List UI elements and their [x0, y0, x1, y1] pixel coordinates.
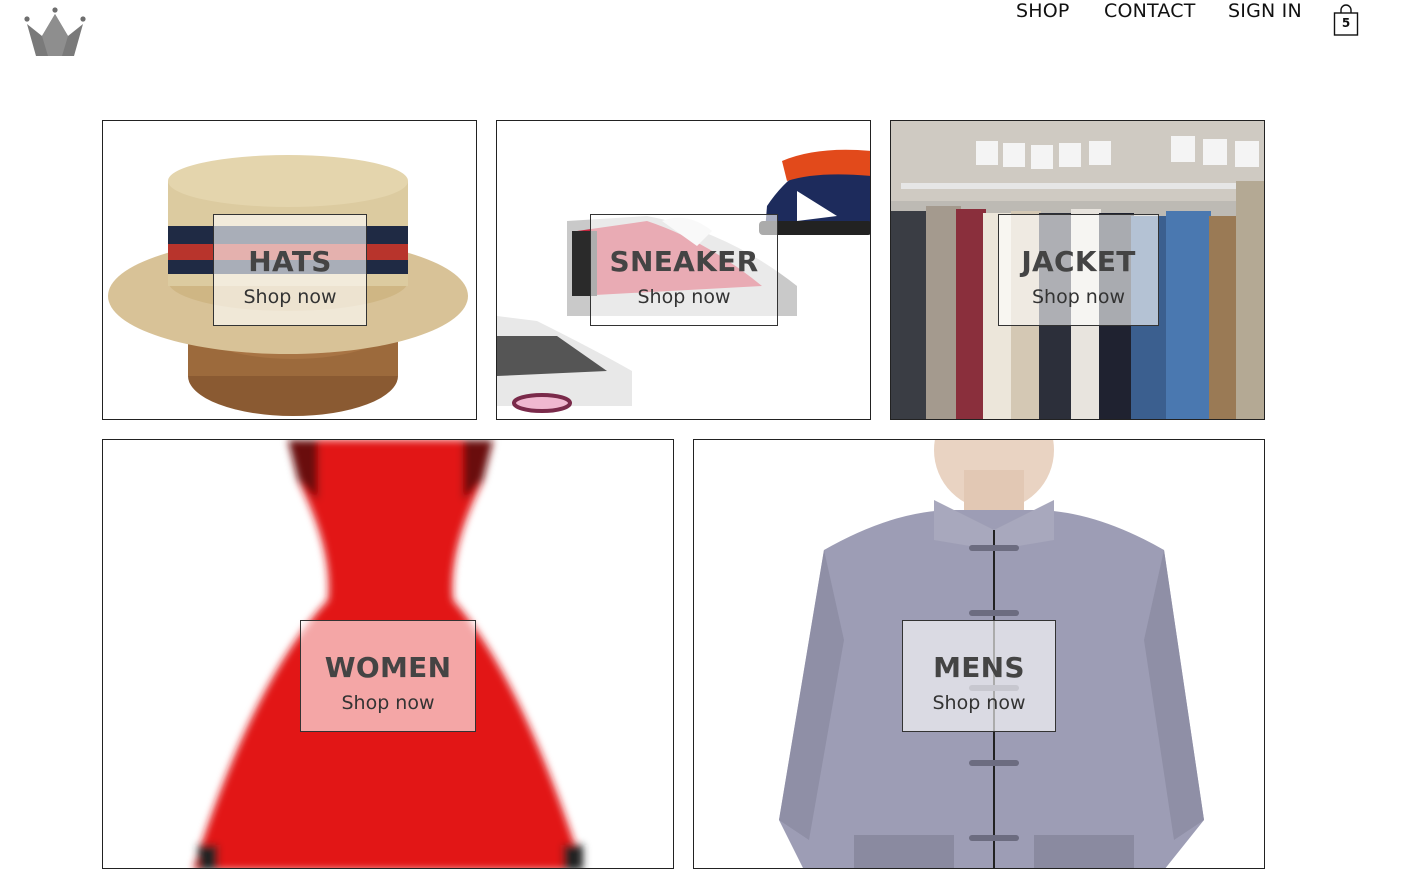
crown-icon[interactable] — [22, 6, 88, 58]
category-title: JACKET — [1021, 245, 1136, 278]
nav-contact-link[interactable]: CONTACT — [1104, 0, 1196, 22]
category-tile-women[interactable]: WOMEN Shop now — [102, 439, 674, 869]
header: SHOP CONTACT SIGN IN 5 — [0, 0, 1409, 70]
shop-now-link[interactable]: Shop now — [903, 692, 1055, 714]
category-label-box: WOMEN Shop now — [300, 620, 476, 732]
category-label-box: HATS Shop now — [213, 214, 367, 326]
category-title: WOMEN — [324, 651, 452, 684]
category-label-box: MENS Shop now — [902, 620, 1056, 732]
category-tile-sneaker[interactable]: SNEAKER Shop now — [496, 120, 871, 420]
nav-shop-link[interactable]: SHOP — [1016, 0, 1070, 22]
cart-button[interactable]: 5 — [1330, 3, 1362, 37]
category-title: SNEAKER — [609, 245, 759, 278]
category-tile-jacket[interactable]: JACKET Shop now — [890, 120, 1265, 420]
category-tile-mens[interactable]: MENS Shop now — [693, 439, 1265, 869]
shop-now-link[interactable]: Shop now — [999, 286, 1158, 308]
category-label-box: SNEAKER Shop now — [590, 214, 778, 326]
shop-now-link[interactable]: Shop now — [301, 692, 475, 714]
nav-sign-in-link[interactable]: SIGN IN — [1228, 0, 1302, 22]
cart-count: 5 — [1341, 16, 1351, 30]
category-tile-hats[interactable]: HATS Shop now — [102, 120, 477, 420]
shop-now-link[interactable]: Shop now — [591, 286, 777, 308]
category-label-box: JACKET Shop now — [998, 214, 1159, 326]
category-title: HATS — [248, 245, 332, 278]
shop-now-link[interactable]: Shop now — [214, 286, 366, 308]
category-title: MENS — [933, 651, 1025, 684]
